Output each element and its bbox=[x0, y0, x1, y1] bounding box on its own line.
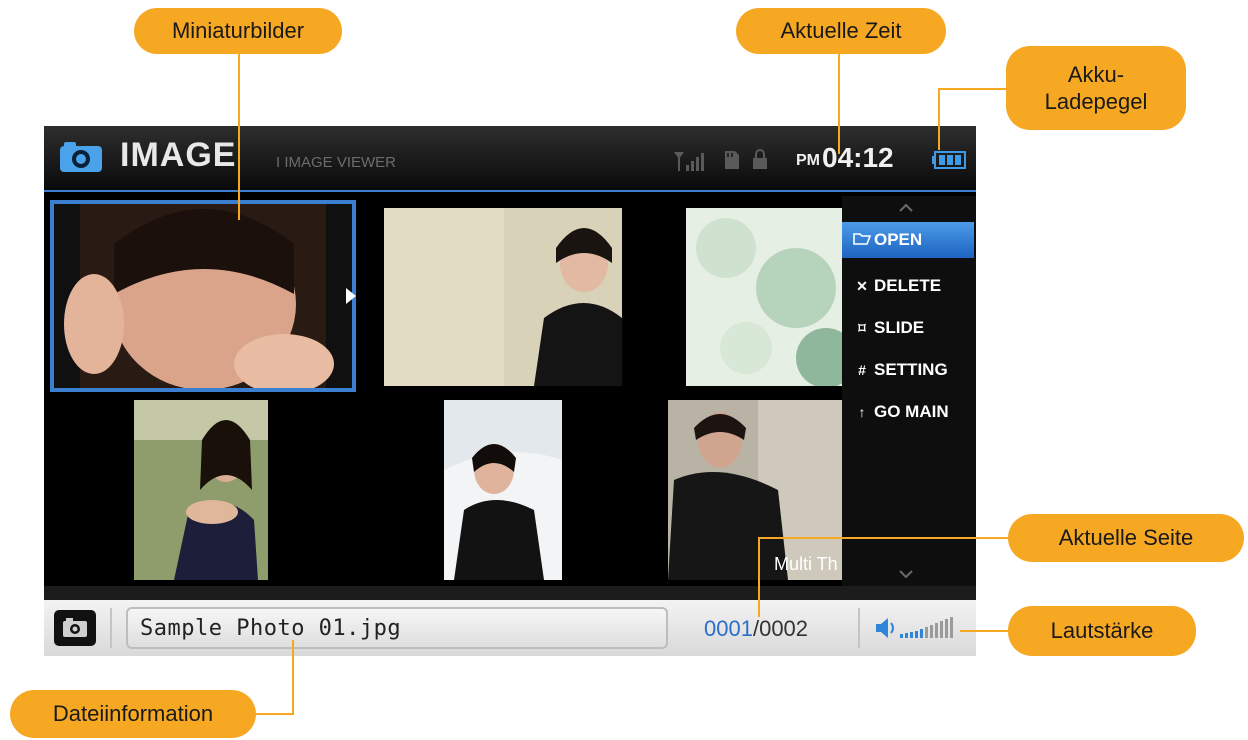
leader-akku-vertical bbox=[938, 88, 940, 150]
menu-item-go-main[interactable]: ↑ GO MAIN bbox=[842, 394, 974, 430]
folder-open-icon bbox=[852, 232, 872, 248]
callout-aktuelle-seite-text: Aktuelle Seite bbox=[1058, 525, 1194, 551]
go-main-icon: ↑ bbox=[858, 404, 866, 420]
signal-icon bbox=[672, 150, 708, 172]
callout-aktuelle-zeit: Aktuelle Zeit bbox=[736, 8, 946, 54]
thumbnail-6[interactable]: Multi Th bbox=[668, 400, 842, 580]
callout-akku-text-line2: Ladepegel bbox=[1044, 89, 1148, 114]
selection-arrow-icon bbox=[346, 288, 358, 304]
callout-akku-text-line1: Akku- bbox=[1067, 61, 1125, 87]
menu-item-label: SETTING bbox=[874, 360, 948, 379]
camera-app-icon bbox=[58, 140, 104, 174]
delete-icon: ✕ bbox=[856, 277, 868, 294]
menu-item-label: OPEN bbox=[874, 230, 923, 249]
image-viewer-screen: IMAGE I IMAGE VIEWER PM 04:12 Multi Th O… bbox=[44, 126, 976, 656]
thumbnail-4[interactable] bbox=[134, 400, 268, 580]
bottom-info-bar: Sample Photo 01.jpg 0001/0002 bbox=[44, 600, 976, 656]
page-current: 0001 bbox=[704, 616, 753, 641]
context-menu: OPEN ✕ DELETE ⌑ SLIDE # SETTING ↑ GO MAI… bbox=[842, 196, 976, 586]
leader-miniaturbilder bbox=[238, 54, 240, 220]
leader-akku bbox=[938, 88, 1006, 90]
callout-lautstaerke-text: Lautstärke bbox=[1050, 618, 1154, 644]
menu-item-setting[interactable]: # SETTING bbox=[842, 352, 974, 388]
menu-item-delete[interactable]: ✕ DELETE bbox=[842, 268, 974, 304]
menu-scroll-down-icon[interactable] bbox=[898, 566, 914, 579]
thumbnail-3[interactable] bbox=[686, 208, 842, 386]
page-total: 0002 bbox=[759, 616, 809, 641]
thumbnail-1-selected[interactable] bbox=[50, 200, 356, 392]
menu-item-open[interactable]: OPEN bbox=[842, 222, 974, 258]
file-info-box: Sample Photo 01.jpg bbox=[126, 607, 668, 649]
leader-dateiinformation bbox=[256, 713, 294, 715]
leader-lautstaerke bbox=[960, 630, 1008, 632]
callout-lautstaerke: Lautstärke bbox=[1008, 606, 1196, 656]
settings-icon: # bbox=[858, 362, 866, 378]
app-title: IMAGE bbox=[120, 136, 237, 174]
slideshow-icon: ⌑ bbox=[858, 319, 866, 336]
thumbnail-grid: Multi Th bbox=[44, 194, 976, 586]
menu-item-label: DELETE bbox=[874, 276, 942, 295]
page-indicator: 0001/0002 bbox=[704, 616, 808, 642]
app-subtitle: I IMAGE VIEWER bbox=[276, 154, 397, 171]
thumbnail-2[interactable] bbox=[384, 208, 622, 386]
leader-aktuelle-seite-vertical bbox=[758, 537, 760, 617]
bottom-divider bbox=[110, 608, 112, 648]
thumbnail-caption: Multi Th bbox=[774, 554, 838, 574]
callout-dateiinformation-text: Dateiinformation bbox=[52, 701, 214, 727]
file-name: Sample Photo 01.jpg bbox=[140, 615, 402, 641]
menu-item-label: GO MAIN bbox=[874, 402, 949, 421]
leader-aktuelle-seite bbox=[758, 537, 1008, 539]
leader-aktuelle-zeit bbox=[838, 54, 840, 154]
menu-item-label: SLIDE bbox=[874, 318, 925, 337]
memory-card-icon bbox=[724, 150, 740, 170]
camera-mode-icon[interactable] bbox=[54, 610, 96, 646]
top-status-bar: IMAGE I IMAGE VIEWER PM 04:12 bbox=[44, 126, 976, 192]
current-time: 04:12 bbox=[822, 142, 894, 173]
callout-dateiinformation: Dateiinformation bbox=[10, 690, 256, 738]
callout-aktuelle-seite: Aktuelle Seite bbox=[1008, 514, 1244, 562]
lock-icon bbox=[752, 148, 768, 170]
callout-miniaturbilder-text: Miniaturbilder bbox=[171, 18, 305, 44]
separator-strip bbox=[44, 586, 976, 600]
leader-dateiinformation-vertical bbox=[292, 640, 294, 715]
time-ampm: PM bbox=[796, 152, 820, 169]
volume-indicator[interactable] bbox=[874, 614, 964, 642]
menu-scroll-up-icon[interactable] bbox=[898, 200, 914, 212]
menu-item-slide[interactable]: ⌑ SLIDE bbox=[842, 310, 974, 346]
callout-aktuelle-zeit-text: Aktuelle Zeit bbox=[780, 18, 902, 44]
volume-divider bbox=[858, 608, 860, 648]
callout-akku-ladepegel: Akku- Ladepegel bbox=[1006, 46, 1186, 130]
callout-miniaturbilder: Miniaturbilder bbox=[134, 8, 342, 54]
battery-icon bbox=[932, 150, 966, 170]
thumbnail-5[interactable] bbox=[444, 400, 562, 580]
